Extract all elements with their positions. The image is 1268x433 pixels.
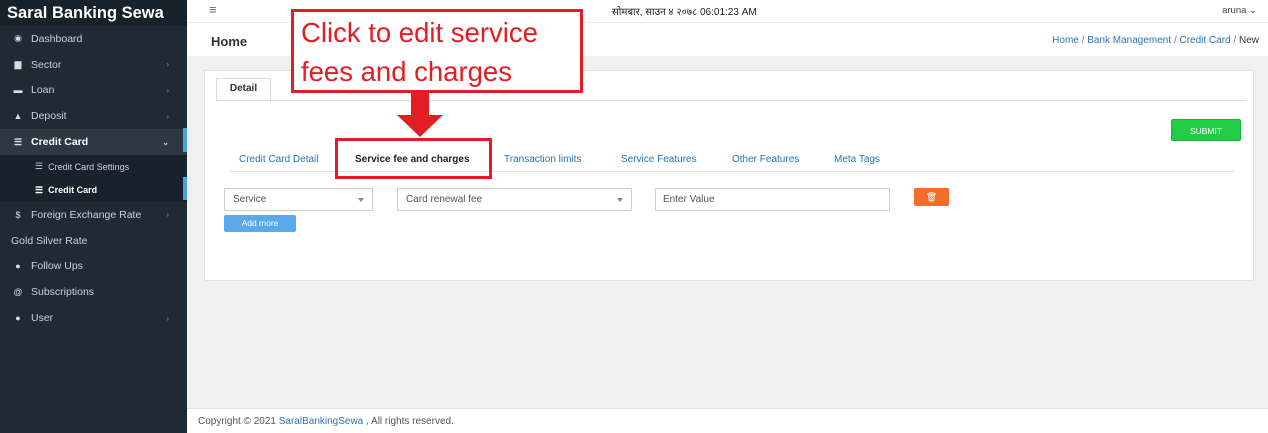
chevron-right-icon: › — [166, 210, 169, 220]
list-icon: ☰ — [35, 161, 44, 172]
annotation-line-1: Click to edit service — [301, 17, 538, 48]
sidebar-item-label: Follow Ups — [31, 260, 83, 273]
breadcrumb: Home / Bank Management / Credit Card / N… — [1052, 35, 1259, 46]
sidebar-item-label: Deposit — [31, 110, 67, 123]
annotation-callout: Click to edit service fees and charges — [291, 9, 583, 93]
breadcrumb-current: New — [1238, 35, 1259, 46]
tab-detail[interactable]: Detail — [216, 78, 271, 101]
sidebar-item-sector[interactable]: ▆ Sector › — [0, 52, 187, 78]
copyright-text: Copyright © 2021 — [198, 416, 279, 427]
sidebar: Saral Banking Sewa ◉ Dashboard ▆ Sector … — [0, 0, 187, 433]
delete-row-button[interactable]: 🗑 — [914, 188, 949, 206]
add-more-button[interactable]: Add more — [224, 215, 296, 232]
app-title: Saral Banking Sewa — [0, 0, 187, 26]
sidebar-item-loan[interactable]: ▬ Loan › — [0, 78, 187, 104]
annotation-arrow-icon — [397, 93, 443, 137]
sidebar-item-label: Credit Card — [31, 136, 89, 149]
chevron-down-icon: ⌄ — [162, 137, 169, 147]
money-icon: ▬ — [13, 85, 23, 96]
chevron-right-icon: › — [166, 60, 169, 70]
tab-other-features[interactable]: Other Features — [732, 154, 799, 165]
sidebar-item-deposit[interactable]: ▲ Deposit › — [0, 103, 187, 129]
breadcrumb-separator: / — [1081, 35, 1085, 46]
breadcrumb-separator: / — [1173, 35, 1177, 46]
service-select[interactable]: Service — [224, 188, 373, 211]
speedometer-icon: ◉ — [14, 33, 22, 44]
sidebar-item-label: Foreign Exchange Rate — [31, 208, 142, 221]
annotation-highlight-box — [335, 138, 492, 179]
list-icon: ☰ — [35, 184, 44, 195]
user-plus-icon: ● — [15, 261, 21, 272]
sidebar-item-follow-ups[interactable]: ● Follow Ups — [0, 254, 187, 280]
breadcrumb-credit-card[interactable]: Credit Card — [1180, 35, 1231, 46]
sidebar-item-user[interactable]: ● User › — [0, 305, 187, 331]
sidebar-item-foreign-exchange-rate[interactable]: $ Foreign Exchange Rate › — [0, 202, 187, 228]
sidebar-item-label: Subscriptions — [31, 286, 95, 299]
piggy-bank-icon: ▲ — [13, 111, 23, 122]
active-indicator — [183, 128, 187, 152]
user-menu[interactable]: aruna ⌄ — [1222, 5, 1257, 16]
fee-type-select-value: Card renewal fee — [406, 194, 483, 205]
trash-icon: 🗑 — [925, 192, 938, 202]
footer-link[interactable]: SaralBankingSewa — [279, 416, 364, 427]
service-select-value: Service — [233, 194, 267, 205]
credit-card-icon: ☰ — [13, 136, 23, 147]
breadcrumb-separator: / — [1233, 35, 1237, 46]
caret-down-icon — [617, 198, 623, 202]
sidebar-item-label: Sector — [31, 58, 62, 71]
fee-value-input[interactable] — [655, 188, 890, 211]
tab-meta-tags[interactable]: Meta Tags — [834, 154, 880, 165]
active-indicator — [183, 177, 187, 200]
tab-credit-card-detail[interactable]: Credit Card Detail — [239, 154, 318, 165]
copyright-suffix: , All rights reserved. — [363, 416, 454, 427]
sidebar-subitem-credit-card-settings[interactable]: ☰ Credit Card Settings — [0, 154, 187, 179]
current-datetime: सोमबार, साउन ४ २०७८ 06:01:23 AM — [612, 7, 757, 18]
sidebar-subitem-label: Credit Card — [48, 185, 98, 196]
chevron-right-icon: › — [166, 111, 169, 121]
users-icon: ● — [15, 313, 21, 324]
tab-transaction-limits[interactable]: Transaction limits — [504, 154, 581, 165]
at-icon: @ — [13, 287, 23, 298]
page-title: Home — [211, 34, 248, 49]
sidebar-item-label: Loan — [31, 84, 55, 97]
menu-toggle-icon[interactable]: ≡ — [209, 2, 217, 17]
fee-type-select[interactable]: Card renewal fee — [397, 188, 632, 211]
tab-divider — [216, 100, 1246, 101]
sidebar-item-label: Dashboard — [31, 32, 83, 45]
sidebar-item-subscriptions[interactable]: @ Subscriptions — [0, 279, 187, 305]
breadcrumb-bank-management[interactable]: Bank Management — [1087, 35, 1171, 46]
dollar-icon: $ — [15, 209, 21, 220]
footer: Copyright © 2021 SaralBankingSewa , All … — [187, 408, 1268, 433]
sidebar-subitem-label: Credit Card Settings — [48, 161, 130, 172]
tab-service-features[interactable]: Service Features — [621, 154, 697, 165]
sidebar-item-dashboard[interactable]: ◉ Dashboard — [0, 26, 187, 52]
chevron-right-icon: › — [166, 85, 169, 95]
annotation-line-2: fees and charges — [301, 56, 512, 87]
chevron-right-icon: › — [166, 313, 169, 323]
briefcase-icon: ▆ — [14, 59, 22, 70]
sidebar-item-label: Gold Silver Rate — [11, 234, 88, 247]
submit-button[interactable]: SUBMIT — [1171, 119, 1241, 141]
breadcrumb-home[interactable]: Home — [1052, 35, 1079, 46]
sidebar-item-gold-silver-rate[interactable]: Gold Silver Rate — [0, 228, 187, 254]
sidebar-item-credit-card[interactable]: ☰ Credit Card ⌄ — [0, 129, 187, 155]
caret-down-icon — [358, 198, 364, 202]
sidebar-subitem-credit-card[interactable]: ☰ Credit Card — [0, 178, 187, 202]
sidebar-item-label: User — [31, 312, 54, 325]
